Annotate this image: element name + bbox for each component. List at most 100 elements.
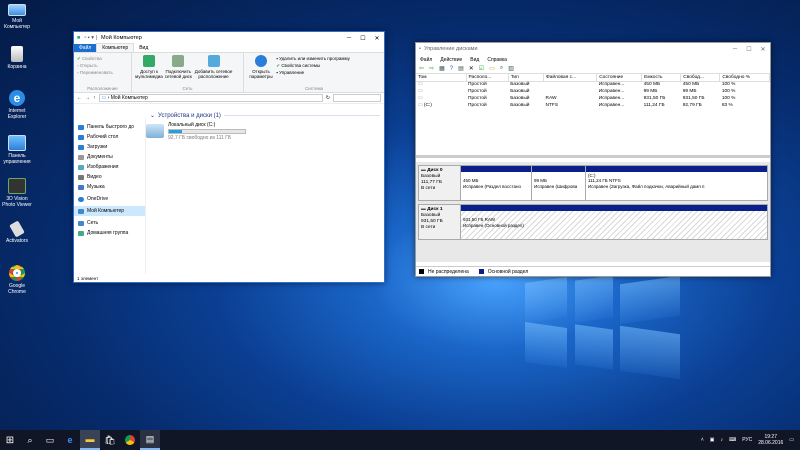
- add-location-button[interactable]: Добавить сетевое расположение: [194, 55, 234, 79]
- table-row[interactable]: ▭ Простой Базовый RAW Исправен... 931,50 ГБ 9…: [416, 95, 770, 102]
- chevron-up-icon[interactable]: ˄: [701, 437, 704, 443]
- ribbon-group-network: Доступ к мультимедиа Подключить сетевой …: [132, 53, 244, 92]
- menu-action[interactable]: Действие: [440, 57, 462, 63]
- language-indicator[interactable]: РУС: [742, 437, 752, 443]
- nav-item-onedrive[interactable]: OneDrive: [74, 194, 145, 204]
- notifications-icon[interactable]: ▭: [789, 437, 794, 443]
- task-view-button[interactable]: ▭: [40, 430, 60, 450]
- forward-icon[interactable]: →: [85, 95, 90, 101]
- search-button[interactable]: ⌕: [20, 430, 40, 450]
- col-free[interactable]: Свобод...: [680, 74, 721, 82]
- col-fs[interactable]: Файловая с...: [543, 74, 598, 82]
- menu-help[interactable]: Справка: [487, 57, 507, 63]
- delete-icon[interactable]: ✕: [469, 65, 474, 72]
- taskbar-chrome[interactable]: [120, 430, 140, 450]
- list-icon[interactable]: ▦: [439, 65, 445, 72]
- forward-icon[interactable]: ⇨: [429, 65, 434, 72]
- drive-name: Локальный диск (C:): [168, 122, 216, 128]
- nav-item-desktop[interactable]: Рабочий стол: [74, 132, 145, 142]
- drive-item[interactable]: Локальный диск (C:) 92,7 ГБ свободно из …: [146, 122, 380, 141]
- col-status[interactable]: Состояние: [596, 74, 643, 82]
- desktop-icon-chrome[interactable]: Google Chrome: [2, 265, 32, 295]
- explorer-window[interactable]: ■ ▫ ▪ ▾ | Мой Компьютер ─ ☐ ✕ Файл Компь…: [73, 31, 385, 283]
- taskbar-explorer[interactable]: ▬: [80, 430, 100, 450]
- nav-item-pictures[interactable]: Изображения: [74, 162, 145, 172]
- tab-computer[interactable]: Компьютер: [96, 43, 135, 52]
- disk-0-row[interactable]: ▬ Диск 0 Базовый 111,77 ГБ В сети 450 МБ…: [418, 165, 768, 201]
- table-row[interactable]: ▭ Простой Базовый Исправен... 99 МБ 99 МБ 100…: [416, 88, 770, 95]
- col-type[interactable]: Тип: [508, 74, 545, 82]
- desktop-icon-internet-explorer[interactable]: e Internet Explorer: [2, 90, 32, 120]
- col-free-pct[interactable]: Свободно %: [719, 74, 770, 82]
- maximize-icon[interactable]: ☐: [356, 35, 370, 42]
- clock[interactable]: 19:27 28.06.2016: [758, 434, 783, 446]
- refresh-icon[interactable]: ↻: [326, 95, 330, 101]
- close-icon[interactable]: ✕: [756, 46, 770, 53]
- back-icon[interactable]: ⇦: [419, 65, 424, 72]
- nav-item-documents[interactable]: Документы: [74, 152, 145, 162]
- nav-item-music[interactable]: Музыка: [74, 182, 145, 192]
- desktop-icon-activators[interactable]: Activators: [2, 220, 32, 244]
- diskmgmt-window[interactable]: ▪ Управление дисками ─ ☐ ✕ Файл Действие…: [415, 42, 771, 277]
- group-label-location: Расположение: [87, 86, 118, 91]
- nav-item-my-computer[interactable]: Мой Компьютер: [74, 206, 145, 216]
- minimize-icon[interactable]: ─: [728, 46, 742, 53]
- rename-button[interactable]: ▫ Переименовать: [77, 69, 128, 76]
- properties-button[interactable]: ✔ Свойства: [77, 55, 128, 62]
- help-icon[interactable]: ?: [450, 66, 453, 72]
- properties-icon[interactable]: ▤: [458, 65, 464, 72]
- up-icon[interactable]: ↑: [93, 95, 96, 101]
- desktop-icon-control-panel[interactable]: Панель управления: [2, 135, 32, 165]
- open-icon[interactable]: ▭: [489, 65, 495, 72]
- view-icon[interactable]: ▥: [508, 65, 514, 72]
- search-input[interactable]: [333, 94, 381, 102]
- taskbar-edge[interactable]: e: [60, 430, 80, 450]
- open-button[interactable]: ▫ Открыть: [77, 62, 128, 69]
- col-volume[interactable]: Том: [416, 74, 467, 82]
- open-settings-button[interactable]: Открыть параметры: [247, 55, 275, 79]
- col-capacity[interactable]: Емкость: [641, 74, 682, 82]
- col-layout[interactable]: Располо...: [466, 74, 509, 82]
- section-divider: [223, 115, 380, 116]
- diskmgmt-titlebar[interactable]: ▪ Управление дисками ─ ☐ ✕: [416, 43, 770, 55]
- nav-item-quick-access[interactable]: Панель быстрого до: [74, 122, 145, 132]
- taskbar-store[interactable]: 🛍: [100, 430, 120, 450]
- back-icon[interactable]: ←: [77, 95, 82, 101]
- partition-recovery[interactable]: 450 МБ Исправен (Раздел восстано: [461, 166, 532, 200]
- volume-icon[interactable]: ♪: [721, 437, 724, 443]
- maximize-icon[interactable]: ☐: [742, 46, 756, 53]
- quick-access-toolbar[interactable]: ▫ ▪ ▾ |: [84, 35, 97, 41]
- section-header[interactable]: ⌄ Устройства и диски (1): [150, 112, 380, 119]
- uninstall-button[interactable]: ▪ Удалить или изменить программу: [276, 55, 350, 62]
- close-icon[interactable]: ✕: [370, 35, 384, 42]
- desktop-icon-recycle-bin[interactable]: Корзина: [2, 46, 32, 70]
- nav-item-downloads[interactable]: Загрузки: [74, 142, 145, 152]
- nav-item-videos[interactable]: Видео: [74, 172, 145, 182]
- disk-1-row[interactable]: ▬ Диск 1 Базовый 931,50 ГБ В сети 931,50…: [418, 204, 768, 240]
- partition-efi[interactable]: 99 МБ Исправен (Шифрова: [532, 166, 586, 200]
- partition-raw[interactable]: 931,50 ГБ RAW Исправен (Основной раздел): [461, 205, 767, 239]
- network-icon[interactable]: ▣: [710, 437, 715, 443]
- map-drive-button[interactable]: Подключить сетевой диск: [164, 55, 192, 79]
- partition-c[interactable]: (C:) 111,24 ГБ NTFS Исправен (Загрузка, …: [586, 166, 767, 200]
- address-bar[interactable]: ▭ › Мой Компьютер: [98, 94, 323, 102]
- manage-button[interactable]: ▪ Управление: [276, 69, 350, 76]
- search-icon[interactable]: ⌕: [500, 65, 503, 72]
- tab-view[interactable]: Вид: [134, 44, 153, 52]
- taskbar-diskmgmt[interactable]: ▤: [140, 430, 160, 450]
- desktop-icon-3d-vision[interactable]: 3D Vision Photo Viewer: [2, 178, 32, 208]
- tab-file[interactable]: Файл: [74, 44, 97, 52]
- table-row[interactable]: ▭ (C:) Простой Базовый NTFS Исправен... 111,…: [416, 102, 770, 109]
- minimize-icon[interactable]: ─: [342, 35, 356, 42]
- media-access-button[interactable]: Доступ к мультимедиа: [135, 55, 163, 79]
- table-row[interactable]: ▭ Простой Базовый Исправен... 450 МБ 450 МБ 1…: [416, 81, 770, 88]
- nav-item-network[interactable]: Сеть: [74, 218, 145, 228]
- check-icon[interactable]: ☑: [479, 65, 484, 72]
- nav-item-homegroup[interactable]: Домашняя группа: [74, 228, 145, 238]
- start-button[interactable]: ⊞: [0, 430, 20, 450]
- menu-view[interactable]: Вид: [470, 57, 479, 63]
- keyboard-icon[interactable]: ⌨: [729, 437, 736, 443]
- desktop-icon-my-computer[interactable]: Мой Компьютер: [2, 4, 32, 30]
- menu-file[interactable]: Файл: [420, 57, 432, 63]
- system-properties-button[interactable]: ✔ Свойства системы: [276, 62, 350, 69]
